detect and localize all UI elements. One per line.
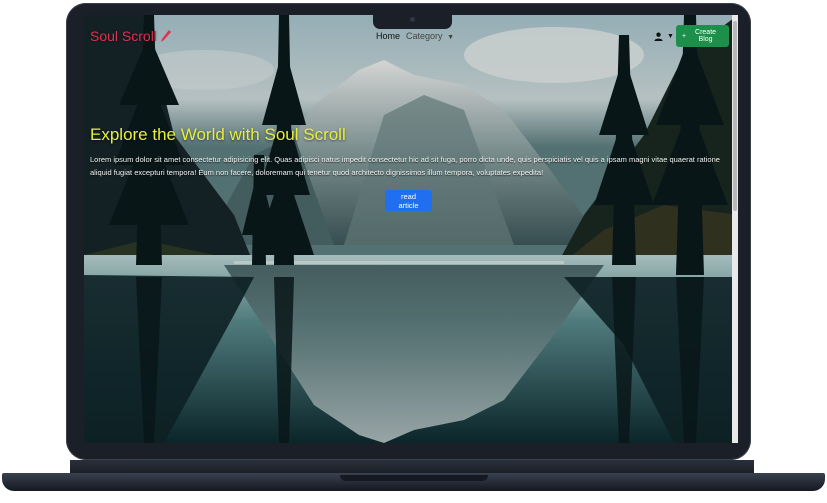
create-blog-button[interactable]: + Create Blog: [676, 25, 729, 47]
caret-down-icon: ▼: [667, 33, 674, 40]
nav-home-link[interactable]: Home: [376, 31, 400, 41]
laptop-groove: [340, 475, 488, 481]
pen-icon: [160, 30, 171, 42]
plus-icon: +: [682, 32, 687, 40]
camera-icon: [410, 17, 415, 22]
brand-logo[interactable]: Soul Scroll: [90, 28, 172, 44]
hero-description: Lorem ipsum dolor sit amet consectetur a…: [90, 155, 720, 177]
browser-viewport: Soul Scroll Home Category ▼ ▼ + Create B…: [84, 15, 738, 443]
hero-title: Explore the World with Soul Scroll: [90, 125, 346, 144]
laptop-hinge: [70, 460, 754, 474]
nav-links: Home Category ▼: [376, 31, 454, 41]
brand-name: Soul Scroll: [90, 28, 157, 44]
hero-background-image: [84, 15, 738, 443]
user-menu[interactable]: ▼: [654, 32, 674, 41]
vertical-scrollbar[interactable]: [732, 15, 738, 443]
read-article-button[interactable]: read article: [385, 190, 432, 211]
create-blog-label: Create Blog: [695, 29, 717, 43]
nav-category-label: Category: [406, 31, 443, 41]
user-icon: [654, 32, 663, 41]
nav-category-dropdown[interactable]: Category ▼: [406, 31, 454, 41]
scrollbar-thumb[interactable]: [733, 21, 737, 211]
caret-down-icon: ▼: [447, 34, 454, 41]
